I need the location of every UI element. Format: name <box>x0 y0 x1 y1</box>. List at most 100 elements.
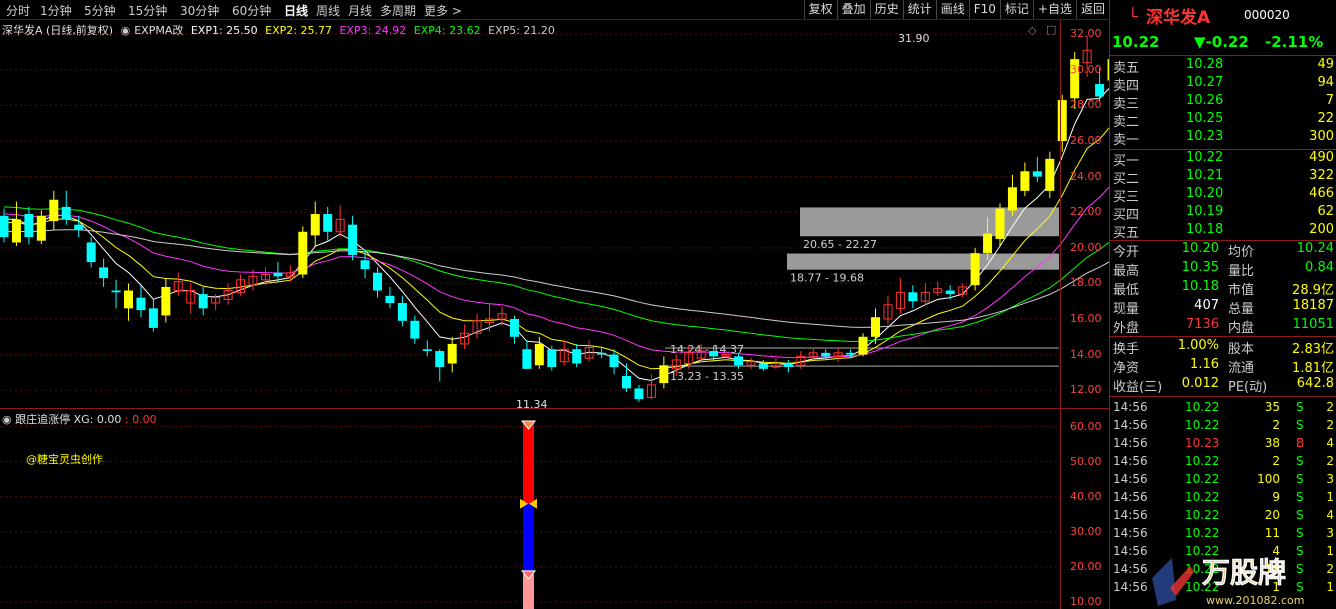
ask-row[interactable]: 卖三 10.26 7 <box>1110 93 1336 112</box>
candle-body <box>360 260 370 270</box>
draw-line-button[interactable]: 画线 <box>935 0 969 19</box>
history-button[interactable]: 历史 <box>869 0 903 19</box>
tick-v: 100 <box>1257 472 1280 486</box>
indicator-tick-label: 60.00 <box>1070 419 1102 433</box>
indicator-chart[interactable] <box>0 409 1110 609</box>
ask-row[interactable]: 卖四 10.27 94 <box>1110 75 1336 94</box>
last-price: 10.22 <box>1112 33 1160 51</box>
tick-row: 14:56 10.23 38 B 4 <box>1110 436 1336 454</box>
tick-d: S <box>1296 454 1304 468</box>
candle-body <box>1020 171 1030 191</box>
stat-l1: 最低 <box>1113 283 1140 298</box>
tick-v: 20 <box>1264 508 1280 522</box>
indicator-bar-segment <box>523 423 534 504</box>
candle-body <box>597 352 607 355</box>
zone-label: 13.23 - 13.35 <box>670 370 744 383</box>
bid-row[interactable]: 买二 10.21 322 <box>1110 168 1336 187</box>
indicator-tick-label: 10.00 <box>1070 594 1102 608</box>
candle-body <box>908 292 918 302</box>
add-watchlist-button[interactable]: +自选 <box>1032 0 1076 19</box>
candle-body <box>622 375 631 389</box>
indicator-tick-label: 50.00 <box>1070 454 1102 468</box>
period-tab-multi[interactable]: 多周期 <box>380 2 416 19</box>
bid-row-prc: 10.18 <box>1186 222 1224 237</box>
bid-row-vol: 322 <box>1309 168 1334 183</box>
period-tab-30min[interactable]: 30分钟 <box>180 2 219 19</box>
tick-d: S <box>1296 400 1304 414</box>
bid-row-vol: 490 <box>1309 150 1334 165</box>
price-tick-label: 14.00 <box>1070 347 1102 361</box>
tick-n: 2 <box>1326 454 1334 468</box>
bid-row[interactable]: 买一 10.22 490 <box>1110 150 1336 169</box>
period-tab-timeshare[interactable]: 分时 <box>6 2 30 19</box>
back-button[interactable]: 返回 <box>1075 0 1109 19</box>
fundamental-l1: 换手 <box>1113 342 1140 357</box>
period-tab-5min[interactable]: 5分钟 <box>84 2 116 19</box>
stock-name[interactable]: 深华发A <box>1146 3 1210 28</box>
stat-v1: 7136 <box>1185 317 1219 332</box>
candle-body <box>385 295 395 303</box>
period-tab-monthly[interactable]: 月线 <box>348 2 372 19</box>
zone-label: 14.24 - 14.37 <box>670 343 744 356</box>
stat-v2: 10.24 <box>1296 241 1334 256</box>
stat-l1: 最高 <box>1113 264 1140 279</box>
fundamental-v2: 1.81亿 <box>1292 361 1334 376</box>
zone-label: 18.77 - 19.68 <box>790 272 864 285</box>
ask-row-prc: 10.27 <box>1186 75 1224 90</box>
ask-row-vol: 49 <box>1317 57 1334 72</box>
ask-row-prc: 10.23 <box>1186 129 1224 144</box>
candle-body <box>447 343 457 364</box>
tick-n: 3 <box>1326 526 1334 540</box>
ask-row[interactable]: 卖二 10.25 22 <box>1110 111 1336 130</box>
candle-body <box>534 343 544 366</box>
stat-row: 现量 407 总量 18187 <box>1110 298 1336 317</box>
mark-button[interactable]: 标记 <box>999 0 1033 19</box>
stat-v1: 10.35 <box>1181 260 1219 275</box>
indicator-tick-label: 40.00 <box>1070 489 1102 503</box>
tick-d: S <box>1296 490 1304 504</box>
ask-row[interactable]: 卖一 10.23 300 <box>1110 129 1336 148</box>
period-tab-60min[interactable]: 60分钟 <box>232 2 271 19</box>
tick-t: 14:56 <box>1113 436 1148 450</box>
stat-v2: 11051 <box>1292 317 1334 332</box>
period-tab-weekly[interactable]: 周线 <box>316 2 340 19</box>
bid-row-lab: 买三 <box>1113 190 1140 205</box>
high-price-marker: 31.90 <box>898 32 930 45</box>
stat-v1: 407 <box>1194 298 1219 313</box>
candle-body <box>86 242 96 263</box>
candle-body <box>995 208 1005 239</box>
period-tab-15min[interactable]: 15分钟 <box>128 2 167 19</box>
candle-body <box>323 214 333 232</box>
price-change: ▼-0.22 <box>1194 33 1249 51</box>
bid-row[interactable]: 买五 10.18 200 <box>1110 222 1336 241</box>
candlestick-chart[interactable]: 20.65 - 22.27 18.77 - 19.68 14.24 - 14.37 1… <box>0 20 1110 408</box>
bid-row-lab: 买四 <box>1113 208 1140 223</box>
candle-body <box>1045 158 1055 191</box>
price-tick-label: 28.00 <box>1070 98 1102 112</box>
period-tab-more[interactable]: 更多 > <box>424 2 462 19</box>
ask-row[interactable]: 卖五 10.28 49 <box>1110 57 1336 76</box>
overlay-button[interactable]: 叠加 <box>836 0 870 19</box>
bid-row-prc: 10.22 <box>1186 150 1224 165</box>
bid-row-lab: 买一 <box>1113 154 1140 169</box>
fundamental-row: 收益(三) 0.012 PE(动) 642.8 <box>1110 376 1336 395</box>
tick-row: 14:56 10.22 20 S 4 <box>1110 508 1336 526</box>
statistics-button[interactable]: 统计 <box>902 0 936 19</box>
low-price-marker: 11.34 <box>516 398 548 408</box>
ask-row-vol: 22 <box>1317 111 1334 126</box>
stat-l2: 内盘 <box>1228 321 1255 336</box>
bid-row-prc: 10.19 <box>1186 204 1224 219</box>
ask-row-lab: 卖五 <box>1113 61 1140 76</box>
candle-body <box>522 349 532 369</box>
restore-rights-button[interactable]: 复权 <box>803 0 837 19</box>
f10-button[interactable]: F10 <box>968 0 1000 19</box>
period-tab-1min[interactable]: 1分钟 <box>40 2 72 19</box>
candle-body <box>945 290 955 295</box>
bid-row[interactable]: 买四 10.19 62 <box>1110 204 1336 223</box>
bid-row[interactable]: 买三 10.20 466 <box>1110 186 1336 205</box>
period-tab-daily[interactable]: 日线 <box>284 2 308 19</box>
candle-body <box>161 286 171 316</box>
fundamental-v1: 1.00% <box>1177 338 1219 353</box>
tick-d: S <box>1296 472 1304 486</box>
tick-v: 9 <box>1272 490 1280 504</box>
